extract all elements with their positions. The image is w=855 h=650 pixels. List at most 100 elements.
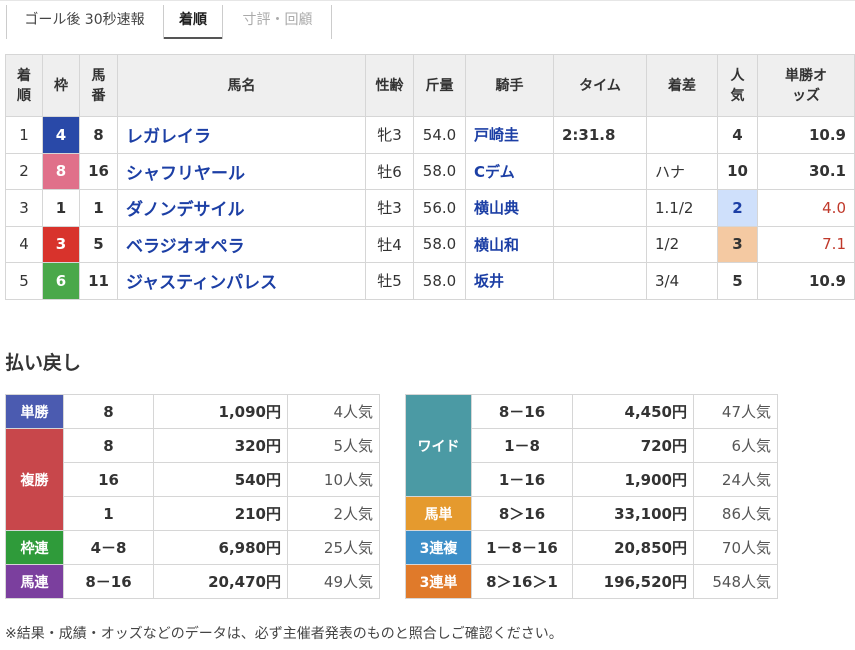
horse-name-link[interactable]: ダノンデサイル <box>117 189 366 227</box>
results-table: 着順 枠 馬番 馬名 性齢 斤量 騎手 タイム 着差 人気 単勝オッズ 1 4 … <box>5 54 855 300</box>
tab-results[interactable]: 着順 <box>163 5 223 39</box>
payout-popularity: 49人気 <box>287 564 380 599</box>
payout-table-left: 単勝 8 1,090円 4人気 複勝 8 320円 5人気 16 540円 10… <box>5 394 380 599</box>
bet-type-label: 枠連 <box>5 530 64 565</box>
payout-row-umaren: 馬連 8－16 20,470円 49人気 <box>5 564 380 599</box>
weight: 56.0 <box>413 189 466 227</box>
waku-badge: 4 <box>42 116 80 154</box>
tab-goal-flash[interactable]: ゴール後 30秒速報 <box>6 5 162 39</box>
header-name: 馬名 <box>117 54 366 117</box>
jockey-link[interactable]: 横山典 <box>465 189 554 227</box>
disclaimer-note: ※結果・成績・オッズなどのデータは、必ず主催者発表のものと照合しご確認ください。 <box>5 626 563 642</box>
rank-cell: 4 <box>5 225 43 263</box>
payout-amount: 320円 <box>153 428 288 463</box>
tabs-top-border <box>0 0 855 1</box>
payout-popularity: 4人気 <box>287 394 380 429</box>
horse-name-link[interactable]: ベラジオオペラ <box>117 225 366 263</box>
payout-amount: 720円 <box>572 428 694 463</box>
header-weight: 斤量 <box>413 54 466 117</box>
payout-heading: 払い戻し <box>5 352 82 374</box>
margin: 1.1/2 <box>646 189 718 227</box>
jockey-link[interactable]: 坂井 <box>465 262 554 300</box>
payout-popularity: 47人気 <box>693 394 778 429</box>
weight: 58.0 <box>413 152 466 190</box>
popularity: 5 <box>717 262 758 300</box>
results-header-row: 着順 枠 馬番 馬名 性齢 斤量 騎手 タイム 着差 人気 単勝オッズ <box>5 54 855 117</box>
payout-popularity: 548人気 <box>693 564 778 599</box>
win-odds: 7.1 <box>757 225 855 263</box>
rank-cell: 2 <box>5 152 43 190</box>
table-row: 2 8 16 シャフリヤール 牡6 58.0 Cデム ハナ 10 30.1 <box>5 152 855 190</box>
bet-combo: 8＞16 <box>471 496 573 531</box>
header-pop: 人気 <box>717 54 758 117</box>
sex-age: 牡6 <box>365 152 414 190</box>
header-pop-label: 人気 <box>730 67 745 104</box>
payout-amount: 1,900円 <box>572 462 694 497</box>
weight: 58.0 <box>413 225 466 263</box>
bet-combo: 16 <box>63 462 154 497</box>
payout-row-sanrenpuku: 3連複 1－8－16 20,850円 70人気 <box>405 530 778 565</box>
win-odds: 10.9 <box>757 116 855 154</box>
header-num: 馬番 <box>79 54 118 117</box>
header-waku: 枠 <box>42 54 80 117</box>
payout-popularity: 24人気 <box>693 462 778 497</box>
horse-name-link[interactable]: レガレイラ <box>117 116 366 154</box>
tab-results-label: 着順 <box>179 12 207 28</box>
margin: 3/4 <box>646 262 718 300</box>
payout-amount: 540円 <box>153 462 288 497</box>
finish-time: 2:31.8 <box>553 116 647 154</box>
popularity: 2 <box>717 189 758 227</box>
bet-combo: 4－8 <box>63 530 154 565</box>
tab-review[interactable]: 寸評・回顧 <box>224 5 332 39</box>
popularity: 10 <box>717 152 758 190</box>
table-row: 3 1 1 ダノンデサイル 牡3 56.0 横山典 1.1/2 2 4.0 <box>5 189 855 227</box>
margin: 1/2 <box>646 225 718 263</box>
bet-combo: 1－8 <box>471 428 573 463</box>
waku-badge: 8 <box>42 152 80 190</box>
result-tabs: ゴール後 30秒速報 着順 寸評・回顧 <box>0 0 855 44</box>
bet-type-label: 馬単 <box>405 496 472 531</box>
payout-amount: 196,520円 <box>572 564 694 599</box>
payout-amount: 1,090円 <box>153 394 288 429</box>
bet-type-label: ワイド <box>405 394 472 497</box>
bet-type-label: 3連複 <box>405 530 472 565</box>
jockey-link[interactable]: 横山和 <box>465 225 554 263</box>
popularity: 4 <box>717 116 758 154</box>
bet-combo: 8－16 <box>63 564 154 599</box>
jockey-link[interactable]: Cデム <box>465 152 554 190</box>
horse-name-link[interactable]: ジャスティンパレス <box>117 262 366 300</box>
sex-age: 牡5 <box>365 262 414 300</box>
finish-time <box>553 225 647 263</box>
weight: 58.0 <box>413 262 466 300</box>
active-tab-indicator <box>164 37 222 39</box>
rank-cell: 3 <box>5 189 43 227</box>
sex-age: 牡4 <box>365 225 414 263</box>
bet-combo: 1－16 <box>471 462 573 497</box>
payout-amount: 4,450円 <box>572 394 694 429</box>
payout-row-wakuren: 枠連 4－8 6,980円 25人気 <box>5 530 380 565</box>
payout-row-sanrentan: 3連単 8＞16＞1 196,520円 548人気 <box>405 564 778 599</box>
rank-cell: 1 <box>5 116 43 154</box>
waku-badge: 6 <box>42 262 80 300</box>
sex-age: 牡3 <box>365 189 414 227</box>
header-time: タイム <box>553 54 647 117</box>
payout-popularity: 10人気 <box>287 462 380 497</box>
payout-popularity: 5人気 <box>287 428 380 463</box>
finish-time <box>553 189 647 227</box>
weight: 54.0 <box>413 116 466 154</box>
horse-number: 8 <box>79 116 118 154</box>
bet-combo: 1－8－16 <box>471 530 573 565</box>
bet-type-label: 馬連 <box>5 564 64 599</box>
win-odds: 4.0 <box>757 189 855 227</box>
jockey-link[interactable]: 戸崎圭 <box>465 116 554 154</box>
finish-time <box>553 152 647 190</box>
bet-combo: 1 <box>63 496 154 531</box>
bet-combo: 8－16 <box>471 394 573 429</box>
table-row: 5 6 11 ジャスティンパレス 牡5 58.0 坂井 3/4 5 10.9 <box>5 262 855 300</box>
popularity: 3 <box>717 225 758 263</box>
payout-table-right: ワイド 8－16 4,450円 47人気 1－8 720円 6人気 1－16 1… <box>405 394 778 599</box>
bet-combo: 8 <box>63 394 154 429</box>
horse-name-link[interactable]: シャフリヤール <box>117 152 366 190</box>
horse-number: 16 <box>79 152 118 190</box>
payout-amount: 33,100円 <box>572 496 694 531</box>
